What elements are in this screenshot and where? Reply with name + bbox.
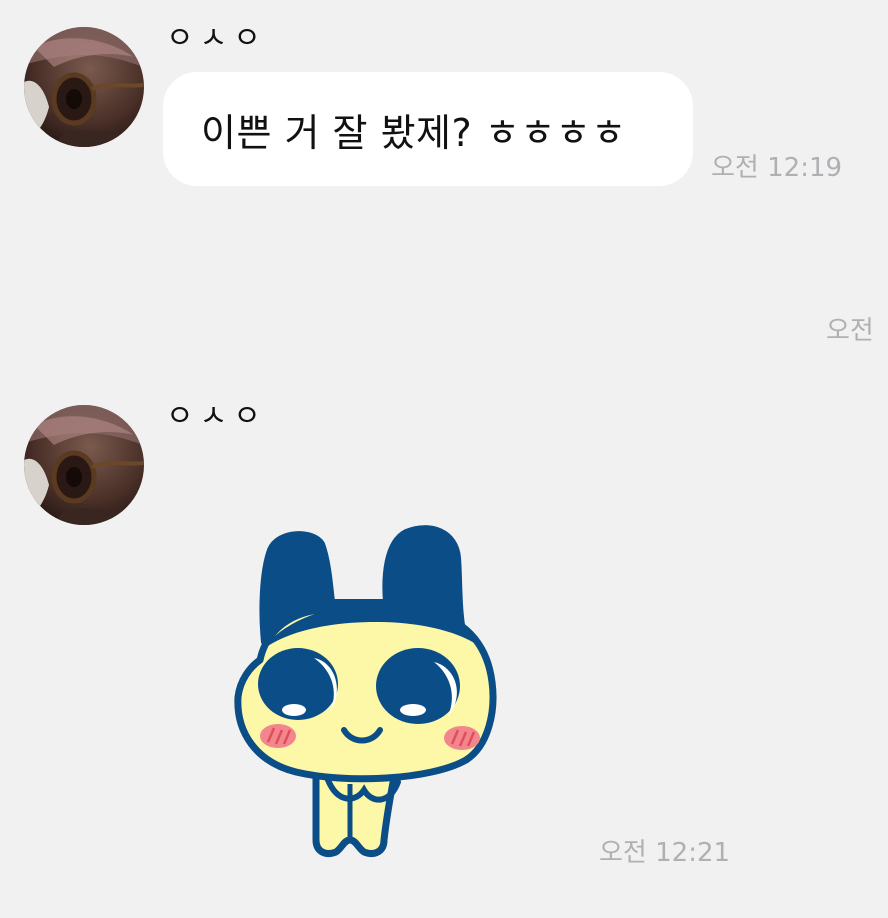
avatar-photo-icon (24, 27, 144, 147)
mametchi-sticker[interactable] (226, 522, 512, 866)
avatar-photo-icon (24, 405, 144, 525)
message-timestamp: 오전 12:19 (711, 153, 843, 183)
sender-name: ㅇㅅㅇ (166, 399, 267, 434)
sender-avatar[interactable] (24, 27, 144, 147)
message-bubble[interactable]: 이쁜 거 잘 봤제? ㅎㅎㅎㅎ (163, 72, 693, 186)
partial-timestamp: 오전 (826, 316, 874, 346)
sender-avatar[interactable] (24, 405, 144, 525)
message-timestamp: 오전 12:21 (599, 838, 731, 868)
message-text: 이쁜 거 잘 봤제? ㅎㅎㅎㅎ (201, 110, 627, 155)
sender-name: ㅇㅅㅇ (166, 21, 267, 56)
